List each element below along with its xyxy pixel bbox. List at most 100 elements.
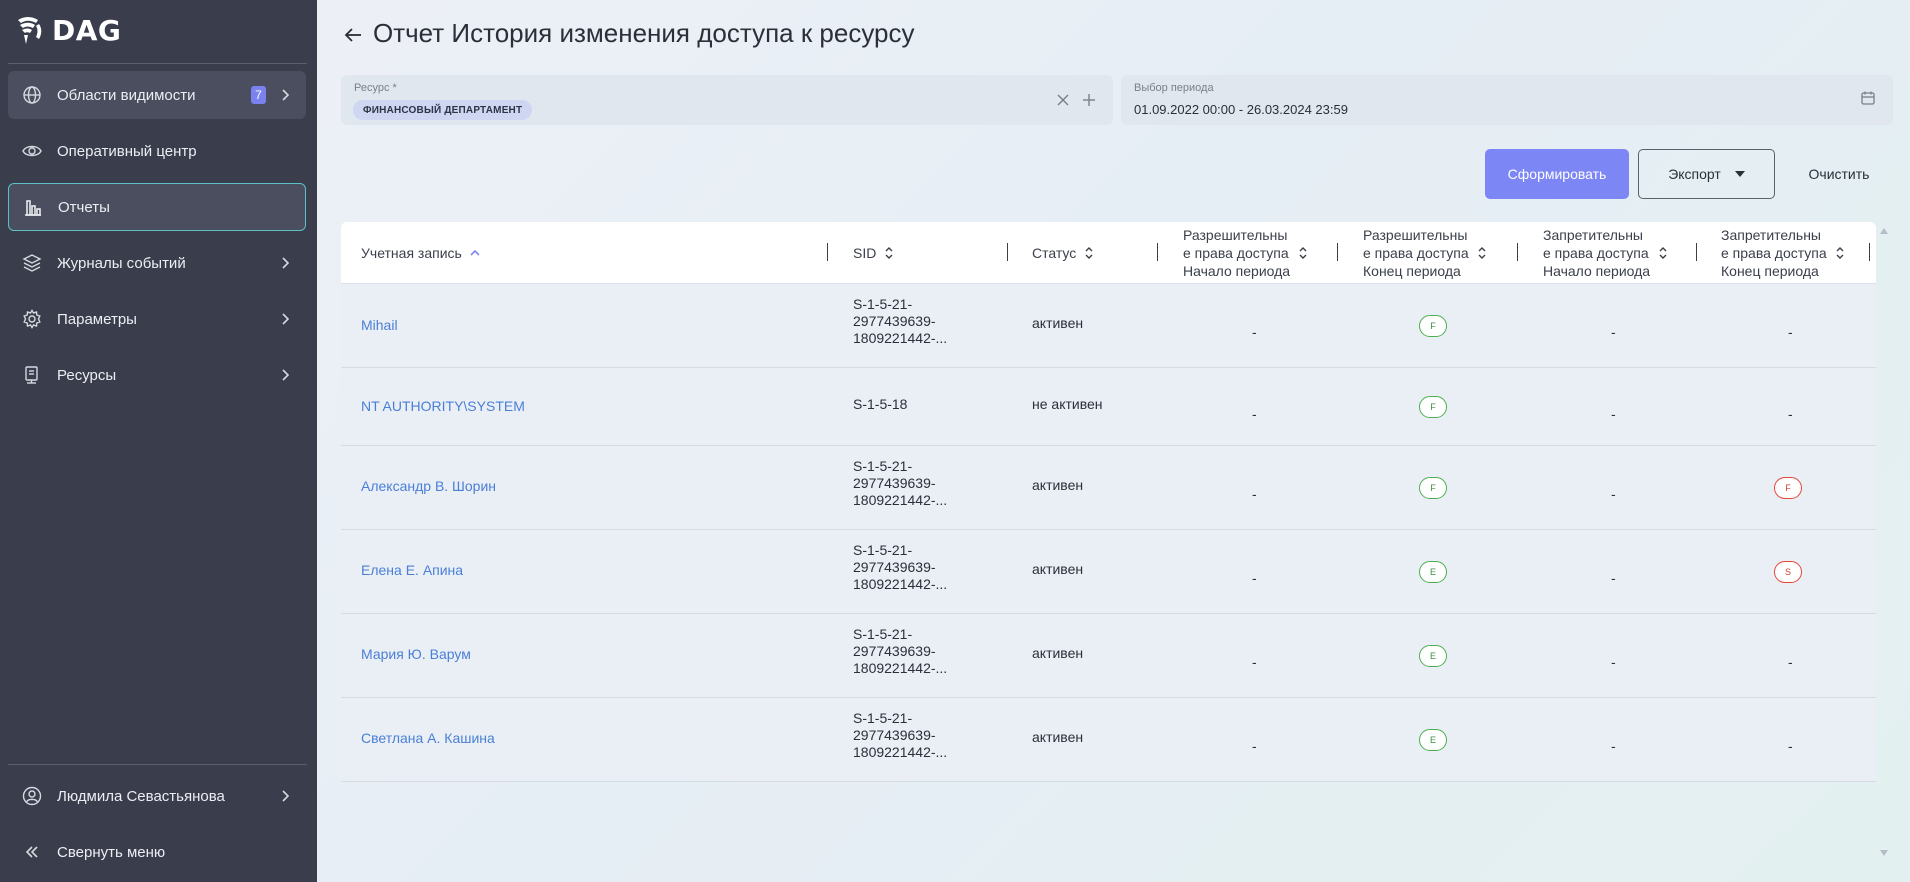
generate-button[interactable]: Сформировать bbox=[1485, 149, 1629, 199]
column-divider[interactable] bbox=[1517, 243, 1518, 261]
column-divider[interactable] bbox=[1696, 243, 1697, 261]
sidebar-item-resources[interactable]: Ресурсы bbox=[8, 351, 306, 399]
clear-icon[interactable] bbox=[1055, 92, 1071, 108]
column-divider[interactable] bbox=[1337, 243, 1338, 261]
permission-badge: E bbox=[1419, 561, 1447, 583]
calendar-icon[interactable] bbox=[1860, 90, 1876, 106]
column-divider[interactable] bbox=[827, 243, 828, 261]
export-button[interactable]: Экспорт bbox=[1638, 149, 1775, 199]
table-row[interactable]: Елена Е. Апина S-1-5-21- 2977439639- 180… bbox=[341, 530, 1876, 614]
column-header-label: SID bbox=[853, 245, 877, 261]
chevron-right-icon bbox=[282, 313, 290, 325]
table-row[interactable]: Светлана А. Кашина S-1-5-21- 2977439639-… bbox=[341, 698, 1876, 782]
export-button-label: Экспорт bbox=[1668, 166, 1721, 182]
permission-badge: E bbox=[1419, 645, 1447, 667]
account-link[interactable]: Светлана А. Кашина bbox=[361, 730, 495, 746]
sort-ascending-icon[interactable] bbox=[470, 245, 480, 261]
sidebar-divider bbox=[8, 63, 307, 64]
status-cell: активен bbox=[1032, 645, 1084, 661]
column-header-label: Статус bbox=[1032, 245, 1077, 261]
back-arrow-icon[interactable] bbox=[343, 25, 363, 45]
sort-icon[interactable] bbox=[1835, 245, 1845, 261]
account-link[interactable]: NT AUTHORITY\SYSTEM bbox=[361, 398, 525, 414]
report-table: Учетная запись SID Статус Разрешительны … bbox=[341, 222, 1876, 782]
sid-line: S-1-5-21- bbox=[853, 458, 913, 474]
sort-icon[interactable] bbox=[1658, 245, 1668, 261]
collapse-menu-button[interactable]: Свернуть меню bbox=[8, 828, 306, 876]
account-link[interactable]: Mihail bbox=[361, 317, 398, 333]
column-header-label: е права доступа bbox=[1183, 245, 1289, 261]
sid-cell: S-1-5-18 bbox=[853, 396, 907, 413]
column-header-label: Разрешительны bbox=[1183, 227, 1288, 243]
sid-cell: S-1-5-21- 2977439639- 1809221442-... bbox=[853, 542, 947, 593]
column-divider[interactable] bbox=[1869, 243, 1870, 261]
sid-line: 2977439639- bbox=[853, 643, 936, 659]
period-field[interactable]: Выбор периода 01.09.2022 00:00 - 26.03.2… bbox=[1121, 75, 1893, 125]
sid-cell: S-1-5-21- 2977439639- 1809221442-... bbox=[853, 296, 947, 347]
column-header-account[interactable]: Учетная запись bbox=[361, 222, 480, 284]
sidebar-item-operations-center[interactable]: Оперативный центр bbox=[8, 127, 306, 175]
scroll-up-icon[interactable] bbox=[1880, 228, 1888, 234]
resource-field[interactable]: Ресурс * ФИНАНСОВЫЙ ДЕПАРТАМЕНТ bbox=[341, 75, 1113, 125]
sidebar-item-label: Оперативный центр bbox=[57, 142, 197, 160]
resource-chip[interactable]: ФИНАНСОВЫЙ ДЕПАРТАМЕНТ bbox=[353, 100, 533, 120]
column-header-label: Учетная запись bbox=[361, 245, 462, 261]
deny-start-cell: - bbox=[1611, 406, 1616, 422]
chevron-right-icon bbox=[282, 89, 290, 101]
deny-end-cell: - bbox=[1788, 738, 1793, 754]
sidebar-item-label: Параметры bbox=[57, 310, 137, 328]
allow-start-cell: - bbox=[1252, 324, 1257, 340]
sort-icon[interactable] bbox=[1084, 245, 1094, 261]
resource-icon bbox=[25, 366, 38, 384]
account-link[interactable]: Елена Е. Апина bbox=[361, 562, 463, 578]
table-row[interactable]: NT AUTHORITY\SYSTEM S-1-5-18 не активен … bbox=[341, 368, 1876, 446]
sid-line: 1809221442-... bbox=[853, 744, 948, 760]
column-header-allow-end[interactable]: Разрешительны е права доступа Конец пери… bbox=[1363, 222, 1487, 284]
sidebar-user-profile[interactable]: Людмила Севастьянова bbox=[8, 772, 306, 820]
caret-down-icon bbox=[1734, 171, 1745, 177]
account-link[interactable]: Мария Ю. Варум bbox=[361, 646, 471, 662]
sidebar-item-reports[interactable]: Отчеты bbox=[8, 183, 306, 231]
sort-icon[interactable] bbox=[884, 245, 894, 261]
sid-line: S-1-5-21- bbox=[853, 542, 913, 558]
column-divider[interactable] bbox=[1157, 243, 1158, 261]
permission-badge: F bbox=[1419, 315, 1447, 337]
table-row[interactable]: Mihail S-1-5-21- 2977439639- 1809221442-… bbox=[341, 284, 1876, 368]
sidebar-item-visibility-areas[interactable]: Области видимости 7 bbox=[8, 71, 306, 119]
sid-cell: S-1-5-21- 2977439639- 1809221442-... bbox=[853, 458, 947, 509]
column-header-status[interactable]: Статус bbox=[1032, 222, 1094, 284]
scroll-down-icon[interactable] bbox=[1880, 850, 1888, 856]
chevron-right-icon bbox=[282, 257, 290, 269]
sort-icon[interactable] bbox=[1477, 245, 1487, 261]
logo-icon bbox=[18, 17, 42, 44]
sidebar-item-label: Отчеты bbox=[58, 198, 110, 216]
sidebar-item-label: Области видимости bbox=[57, 86, 196, 104]
allow-start-cell: - bbox=[1252, 486, 1257, 502]
user-icon bbox=[22, 786, 42, 806]
column-divider[interactable] bbox=[1007, 243, 1008, 261]
sort-icon[interactable] bbox=[1298, 245, 1308, 261]
clear-button[interactable]: Очистить bbox=[1793, 149, 1885, 199]
column-header-allow-start[interactable]: Разрешительны е права доступа Начало пер… bbox=[1183, 222, 1308, 284]
account-link[interactable]: Александр В. Шорин bbox=[361, 478, 496, 494]
column-header-label: Запретительны bbox=[1721, 227, 1821, 243]
sid-line: S-1-5-18 bbox=[853, 396, 908, 412]
sidebar-item-event-logs[interactable]: Журналы событий bbox=[8, 239, 306, 287]
column-header-sid[interactable]: SID bbox=[853, 222, 894, 284]
deny-badge: S bbox=[1774, 561, 1802, 583]
column-header-label: Запретительны bbox=[1543, 227, 1643, 243]
chevron-right-icon bbox=[282, 369, 290, 381]
sid-line: 1809221442-... bbox=[853, 330, 948, 346]
table-row[interactable]: Мария Ю. Варум S-1-5-21- 2977439639- 180… bbox=[341, 614, 1876, 698]
sidebar: DAG Области видимости 7 Оперативный цент… bbox=[0, 0, 317, 882]
permission-badge: F bbox=[1419, 477, 1447, 499]
app-logo[interactable]: DAG bbox=[14, 12, 121, 48]
deny-start-cell: - bbox=[1611, 738, 1616, 754]
add-icon[interactable] bbox=[1081, 92, 1097, 108]
sid-cell: S-1-5-21- 2977439639- 1809221442-... bbox=[853, 710, 947, 761]
column-header-label: Разрешительны bbox=[1363, 227, 1468, 243]
column-header-deny-end[interactable]: Запретительны е права доступа Конец пери… bbox=[1721, 222, 1845, 284]
table-row[interactable]: Александр В. Шорин S-1-5-21- 2977439639-… bbox=[341, 446, 1876, 530]
sidebar-item-parameters[interactable]: Параметры bbox=[8, 295, 306, 343]
column-header-deny-start[interactable]: Запретительны е права доступа Начало пер… bbox=[1543, 222, 1668, 284]
